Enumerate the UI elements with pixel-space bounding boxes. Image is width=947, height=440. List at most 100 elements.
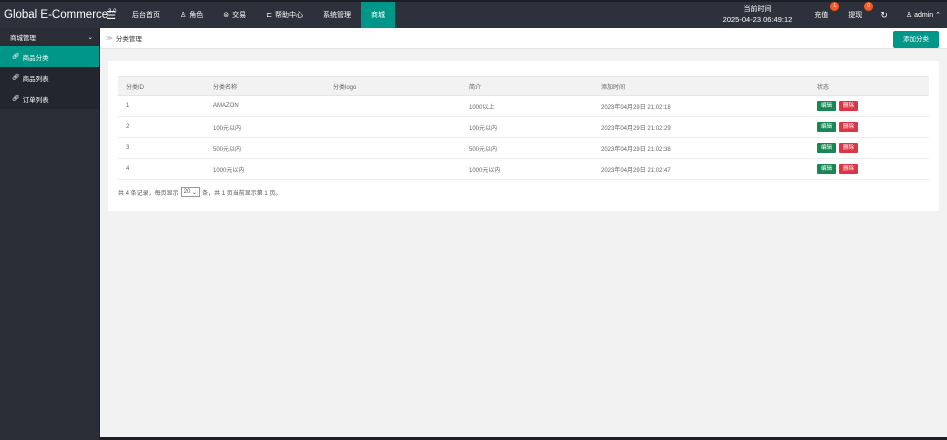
nav-system-label: 系统管理 xyxy=(323,12,352,19)
col-id: 分类ID xyxy=(118,76,205,96)
sidebar-item-label: 订单列表 xyxy=(22,96,49,104)
cell-name: AMAZON xyxy=(205,95,325,117)
menu-toggle-icon[interactable]: ☰ xyxy=(100,9,122,22)
current-time-label: 当前时间 xyxy=(743,6,772,13)
pagination-info: 共 4 条记录，每页显示 20 ⌄ 条，共 1 页当前显示第 1 页。 xyxy=(118,187,281,197)
sidebar-item-label: 商品分类 xyxy=(22,54,49,62)
cell-name: 1000元以内 xyxy=(205,158,325,180)
cell-ops: 编辑 删除 xyxy=(809,95,929,117)
edit-button[interactable]: 编辑 xyxy=(817,164,837,174)
delete-button[interactable]: 删除 xyxy=(839,122,859,132)
sidebar-group-label: 商城管理 xyxy=(10,35,36,42)
cell-ops: 编辑 删除 xyxy=(809,158,929,180)
breadcrumb-separator-icon: ≫ xyxy=(106,35,113,42)
user-icon: ♙ xyxy=(905,12,913,19)
sidebar-group-mall[interactable]: 商城管理 ⌄ xyxy=(0,28,99,46)
cell-intro: 100元以内 xyxy=(461,116,593,138)
chevron-down-icon: ⌄ xyxy=(87,34,93,41)
category-card: 分类ID 分类名称 分类logo 简介 添加时间 状态 1 AMAZON 100… xyxy=(108,61,939,211)
table-row: 4 1000元以内 1000元以内 2023年04月29日 21:02:47 编… xyxy=(118,158,929,180)
user-icon: ♙ xyxy=(180,12,187,19)
withdraw-button[interactable]: 提现 0 xyxy=(838,2,874,20)
delete-button[interactable]: 删除 xyxy=(839,101,859,111)
col-name: 分类名称 xyxy=(205,76,325,96)
brand-name: Global E-Commerce xyxy=(4,9,109,21)
recharge-label: 充值 xyxy=(814,12,829,19)
pagination-suffix: 条，共 1 页当前显示第 1 页。 xyxy=(202,190,282,197)
cell-time: 2023年04月29日 21:02:18 xyxy=(593,95,809,117)
nav-dashboard[interactable]: 后台首页 xyxy=(122,2,170,28)
category-table: 分类ID 分类名称 分类logo 简介 添加时间 状态 1 AMAZON 100… xyxy=(118,76,929,180)
sidebar-item-label: 商品列表 xyxy=(22,75,49,83)
delete-button[interactable]: 删除 xyxy=(839,143,859,153)
col-status: 状态 xyxy=(809,76,929,96)
edit-button[interactable]: 编辑 xyxy=(817,143,837,153)
help-icon: ⊏ xyxy=(266,12,273,19)
cell-ops: 编辑 删除 xyxy=(809,137,929,159)
col-logo: 分类logo xyxy=(325,76,461,96)
table-row: 3 500元以内 500元以内 2023年04月29日 21:02:38 编辑删… xyxy=(118,137,929,159)
breadcrumb-current: 分类管理 xyxy=(115,36,142,43)
col-time: 添加时间 xyxy=(593,76,809,96)
edit-button[interactable]: 编辑 xyxy=(817,101,837,111)
cell-logo xyxy=(325,137,461,159)
cell-logo xyxy=(325,116,461,138)
nav-help[interactable]: ⊏ 帮助中心 xyxy=(256,2,313,28)
trade-icon: ⊜ xyxy=(223,12,230,19)
sidebar: 商城管理 ⌄ 🔗︎ 商品分类 🔗︎ 商品列表 🔗︎ 订单列表 xyxy=(0,28,100,440)
cell-name: 100元以内 xyxy=(205,116,325,138)
user-name: admin xyxy=(914,12,934,19)
cell-id: 2 xyxy=(118,116,205,138)
add-category-button[interactable]: 添加分类 xyxy=(893,31,939,48)
nav-dashboard-label: 后台首页 xyxy=(132,12,160,19)
edit-button[interactable]: 编辑 xyxy=(817,122,837,132)
cell-ops: 编辑 删除 xyxy=(809,116,929,138)
withdraw-badge: 0 xyxy=(864,2,874,11)
sidebar-item-products[interactable]: 🔗︎ 商品列表 xyxy=(0,67,99,88)
chevron-up-icon: ⌃ xyxy=(935,12,941,19)
cell-time: 2023年04月29日 21:02:38 xyxy=(593,137,809,159)
pagination-prefix: 共 4 条记录，每页显示 xyxy=(118,190,179,197)
cell-id: 4 xyxy=(118,158,205,180)
top-nav: 后台首页 ♙ 角色 ⊜ 交易 ⊏ 帮助中心 系统管理 商城 xyxy=(122,2,396,28)
user-menu[interactable]: ♙ admin ⌃ xyxy=(896,11,947,19)
nav-system[interactable]: 系统管理 xyxy=(313,2,361,28)
link-icon: 🔗︎ xyxy=(12,96,20,102)
col-intro: 简介 xyxy=(461,76,593,96)
link-icon: 🔗︎ xyxy=(12,75,20,81)
page-size-value: 20 xyxy=(183,189,191,195)
cell-intro: 500元以内 xyxy=(461,137,593,159)
top-right-tools: 当前时间 2025-04-23 06:49:12 充值 1 提现 0 ↻ ♙ a… xyxy=(711,2,947,28)
chevron-down-icon: ⌄ xyxy=(190,189,198,196)
cell-intro: 1000以上 xyxy=(461,95,593,117)
cell-id: 1 xyxy=(118,95,205,117)
table-row: 2 100元以内 100元以内 2023年04月29日 21:02:29 编辑删… xyxy=(118,116,929,138)
cell-logo xyxy=(325,158,461,180)
nav-trade[interactable]: ⊜ 交易 xyxy=(213,2,256,28)
top-navbar: Global E-Commerce3.0 ☰ 后台首页 ♙ 角色 ⊜ 交易 ⊏ 帮助中… xyxy=(0,0,947,28)
link-icon: 🔗︎ xyxy=(12,54,20,60)
cell-intro: 1000元以内 xyxy=(461,158,593,180)
delete-button[interactable]: 删除 xyxy=(839,164,859,174)
table-row: 1 AMAZON 1000以上 2023年04月29日 21:02:18 编辑删… xyxy=(118,95,929,117)
main-content: ≫ 分类管理 添加分类 分类ID 分类名称 分类logo 简介 添加时间 状态 … xyxy=(100,28,947,438)
nav-roles-label: 角色 xyxy=(189,12,204,19)
page-size-select[interactable]: 20 ⌄ xyxy=(180,187,201,197)
breadcrumb: ≫ 分类管理 xyxy=(100,28,947,49)
sidebar-item-orders[interactable]: 🔗︎ 订单列表 xyxy=(0,88,99,109)
table-header-row: 分类ID 分类名称 分类logo 简介 添加时间 状态 xyxy=(118,76,929,96)
refresh-icon[interactable]: ↻ xyxy=(872,10,896,21)
cell-time: 2023年04月29日 21:02:29 xyxy=(593,116,809,138)
cell-time: 2023年04月29日 21:02:47 xyxy=(593,158,809,180)
nav-mall-label: 商城 xyxy=(371,12,386,19)
sidebar-item-category[interactable]: 🔗︎ 商品分类 xyxy=(0,46,99,67)
recharge-button[interactable]: 充值 1 xyxy=(804,2,840,20)
nav-mall[interactable]: 商城 xyxy=(361,2,396,28)
brand-logo: Global E-Commerce3.0 xyxy=(0,9,117,21)
nav-trade-label: 交易 xyxy=(232,12,247,19)
nav-help-label: 帮助中心 xyxy=(275,12,304,19)
cell-logo xyxy=(325,95,461,117)
nav-roles[interactable]: ♙ 角色 xyxy=(170,2,213,28)
current-time: 当前时间 2025-04-23 06:49:12 xyxy=(711,5,805,25)
cell-name: 500元以内 xyxy=(205,137,325,159)
